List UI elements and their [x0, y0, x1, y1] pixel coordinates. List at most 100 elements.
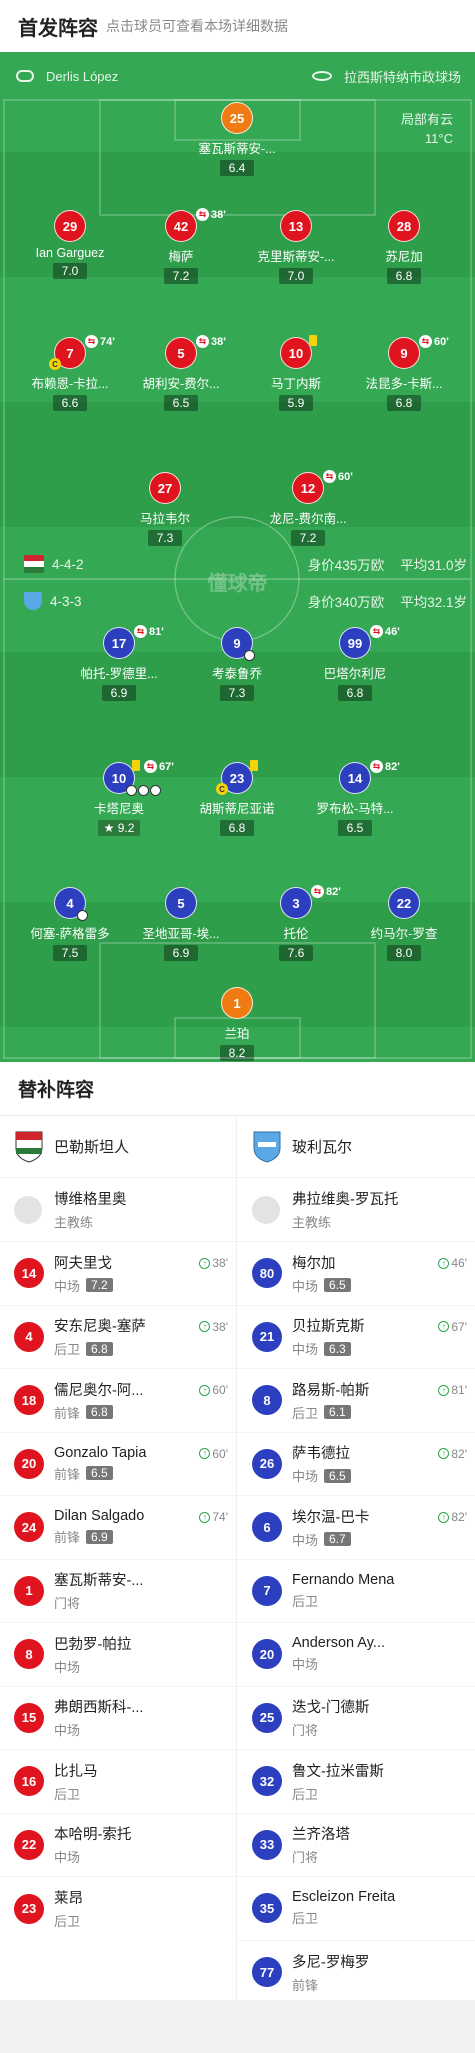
sub-in-time: ↑ 67' — [438, 1320, 467, 1334]
player-number: 4 — [54, 887, 88, 921]
away-player[interactable]: 14 ⇆ 82' 罗布松-马特... 6.5 — [295, 760, 415, 837]
sub-number: 6 — [252, 1512, 282, 1543]
yellow-card-icon — [132, 760, 140, 771]
away-player[interactable]: 1 兰珀 8.2 — [177, 987, 297, 1062]
player-name: 卡塔尼奥 — [93, 802, 144, 816]
player-rating: 6.4 — [220, 160, 254, 176]
sub-in-time: ↑ 82' — [438, 1447, 467, 1461]
sub-player-row[interactable]: 23 莱昂 后卫 — [0, 1877, 236, 1941]
page-title: 首发阵容 — [18, 17, 98, 40]
sub-player-row[interactable]: 22 本哈明-索托 中场 — [0, 1814, 236, 1877]
sub-player-row[interactable]: 7 Fernando Mena 后卫 — [238, 1560, 475, 1623]
player-name: 帕托-罗德里... — [80, 667, 158, 681]
player-rating: 7.2 — [291, 530, 325, 546]
sub-position: 后卫 — [292, 1405, 319, 1421]
home-player[interactable]: 9 ⇆ 60' 法昆多-卡斯... 6.8 — [344, 335, 464, 412]
sub-out-icon: ⇆ — [419, 335, 432, 348]
home-player[interactable]: 12 ⇆ 60' 龙尼-费尔南... 7.2 — [248, 470, 368, 547]
home-player[interactable]: 27 马拉韦尔 7.3 — [105, 472, 225, 547]
player-name: 苏尼加 — [385, 250, 423, 264]
away-player[interactable]: 22 约马尔-罗查 8.0 — [344, 887, 464, 962]
away-player[interactable]: 10 ⇆ 67' 卡塔尼奥 ★ 9.2 — [59, 760, 179, 837]
sub-position: 门将 — [292, 1850, 319, 1866]
sub-player-row[interactable]: 33 兰齐洛塔 门将 — [238, 1814, 475, 1877]
home-value: 身价435万欧 — [307, 558, 385, 573]
sub-out-badge: ⇆ 67' — [144, 760, 174, 773]
sub-player-row[interactable]: 18 儒尼奥尔-阿... 前锋 6.8 ↑ 60' — [0, 1369, 236, 1433]
home-player[interactable]: 5 ⇆ 38' 胡利安-费尔... 6.5 — [121, 335, 241, 412]
star-icon: ★ — [103, 821, 118, 835]
player-name: 法昆多-卡斯... — [365, 377, 443, 391]
sub-player-row[interactable]: 8 路易斯-帕斯 后卫 6.1 ↑ 81' — [238, 1369, 475, 1433]
sub-number: 18 — [14, 1385, 44, 1416]
player-rating: 6.9 — [164, 945, 198, 961]
sub-player-row[interactable]: 21 贝拉斯克斯 中场 6.3 ↑ 67' — [238, 1306, 475, 1369]
sub-player-row[interactable]: 1 塞瓦斯蒂安-... 门将 — [0, 1560, 236, 1623]
sub-name: 兰齐洛塔 — [292, 1827, 350, 1844]
away-team-header[interactable]: 玻利瓦尔 — [238, 1116, 475, 1178]
away-value: 身价340万欧 — [307, 595, 385, 610]
sub-player-row[interactable]: 24 Dilan Salgado 前锋 6.9 ↑ 74' — [0, 1496, 236, 1560]
sub-in-time: ↑ 74' — [199, 1510, 228, 1524]
player-number: 5 ⇆ 38' — [165, 335, 226, 369]
away-player[interactable]: 3 ⇆ 82' 托伦 7.6 — [236, 885, 356, 962]
player-number: 12 ⇆ 60' — [292, 470, 353, 504]
away-player[interactable]: 9 考泰鲁乔 7.3 — [177, 627, 297, 702]
sub-name: 多尼-罗梅罗 — [292, 1954, 370, 1971]
player-rating: 7.6 — [279, 945, 313, 961]
sub-player-row[interactable]: 20 Gonzalo Tapia 前锋 6.5 ↑ 60' — [0, 1433, 236, 1496]
home-player[interactable]: 28 苏尼加 6.8 — [344, 210, 464, 285]
player-name: 马拉韦尔 — [139, 512, 190, 526]
sub-number: 22 — [14, 1829, 44, 1860]
sub-player-row[interactable]: 4 安东尼奥-塞萨 后卫 6.8 ↑ 38' — [0, 1306, 236, 1369]
home-player[interactable]: 7 ⇆ 74' C 布赖恩-卡拉... 6.6 — [10, 335, 130, 412]
sub-number: 7 — [252, 1575, 282, 1606]
sub-number: 15 — [14, 1702, 44, 1733]
player-number: 1 — [221, 987, 253, 1019]
away-player[interactable]: 23 C 胡斯蒂尼亚诺 6.8 — [177, 760, 297, 837]
away-coach[interactable]: 弗拉维奥-罗瓦托 主教练 — [238, 1178, 475, 1242]
sub-player-row[interactable]: 25 迭戈-门德斯 门将 — [238, 1687, 475, 1750]
away-player[interactable]: 4 何塞-萨格雷多 7.5 — [10, 887, 130, 962]
sub-in-time: ↑ 60' — [199, 1383, 228, 1397]
player-rating: 6.9 — [102, 685, 136, 701]
sub-name: 阿夫里戈 — [54, 1255, 112, 1272]
sub-rating: 7.2 — [86, 1278, 113, 1293]
home-team-header[interactable]: 巴勒斯坦人 — [0, 1116, 236, 1178]
sub-player-row[interactable]: 8 巴勃罗-帕拉 中场 — [0, 1623, 236, 1687]
home-coach[interactable]: 博维格里奥 主教练 — [0, 1178, 236, 1242]
home-player[interactable]: 13 克里斯蒂安-... 7.0 — [236, 210, 356, 285]
home-player[interactable]: 25 塞瓦斯蒂安-... 6.4 — [177, 102, 297, 177]
sub-player-row[interactable]: 80 梅尔加 中场 6.5 ↑ 46' — [238, 1242, 475, 1306]
sub-out-icon: ⇆ — [370, 625, 383, 638]
player-number: 5 — [165, 887, 197, 919]
home-player[interactable]: 10 马丁内斯 5.9 — [236, 335, 356, 412]
sub-player-row[interactable]: 35 Escleizon Freita 后卫 — [238, 1877, 475, 1941]
player-name: 托伦 — [283, 927, 309, 941]
coach-name: 博维格里奥 — [54, 1192, 127, 1208]
player-number: 28 — [388, 210, 420, 242]
sub-player-row[interactable]: 16 比扎马 后卫 — [0, 1750, 236, 1814]
sub-player-row[interactable]: 15 弗朗西斯科-... 中场 — [0, 1687, 236, 1750]
sub-in-icon: ↑ — [438, 1321, 450, 1332]
lineup-header: 首发阵容 点击球员可查看本场详细数据 — [0, 0, 475, 52]
away-subs-column: 玻利瓦尔 弗拉维奥-罗瓦托 主教练 80 梅尔加 中场 6.5 ↑ 46' 21 贝拉斯克斯… — [238, 1116, 475, 2004]
sub-player-row[interactable]: 26 萨韦德拉 中场 6.5 ↑ 82' — [238, 1433, 475, 1496]
player-rating: 6.5 — [164, 395, 198, 411]
away-player[interactable]: 99 ⇆ 46' 巴塔尔利尼 6.8 — [295, 625, 415, 702]
sub-name: 比扎马 — [54, 1763, 98, 1780]
home-player[interactable]: 29 Ian Garguez 7.0 — [10, 210, 130, 280]
sub-player-row[interactable]: 20 Anderson Ay... 中场 — [238, 1623, 475, 1687]
sub-player-row[interactable]: 77 多尼-罗梅罗 前锋 — [238, 1941, 475, 2005]
sub-player-row[interactable]: 14 阿夫里戈 中场 7.2 ↑ 38' — [0, 1242, 236, 1306]
sub-player-row[interactable]: 32 鲁文-拉米雷斯 后卫 — [238, 1750, 475, 1814]
sub-out-badge: ⇆ 46' — [370, 625, 400, 638]
away-player[interactable]: 17 ⇆ 81' 帕托-罗德里... 6.9 — [59, 625, 179, 702]
sub-position: 前锋 — [54, 1466, 81, 1482]
player-name: 兰珀 — [224, 1027, 250, 1041]
player-name: 塞瓦斯蒂安-... — [198, 142, 276, 156]
away-player[interactable]: 5 圣地亚哥-埃... 6.9 — [121, 887, 241, 962]
sub-player-row[interactable]: 6 埃尔温-巴卡 中场 6.7 ↑ 82' — [238, 1496, 475, 1560]
sub-number: 35 — [252, 1893, 282, 1924]
home-player[interactable]: 42 ⇆ 38' 梅萨 7.2 — [121, 208, 241, 285]
